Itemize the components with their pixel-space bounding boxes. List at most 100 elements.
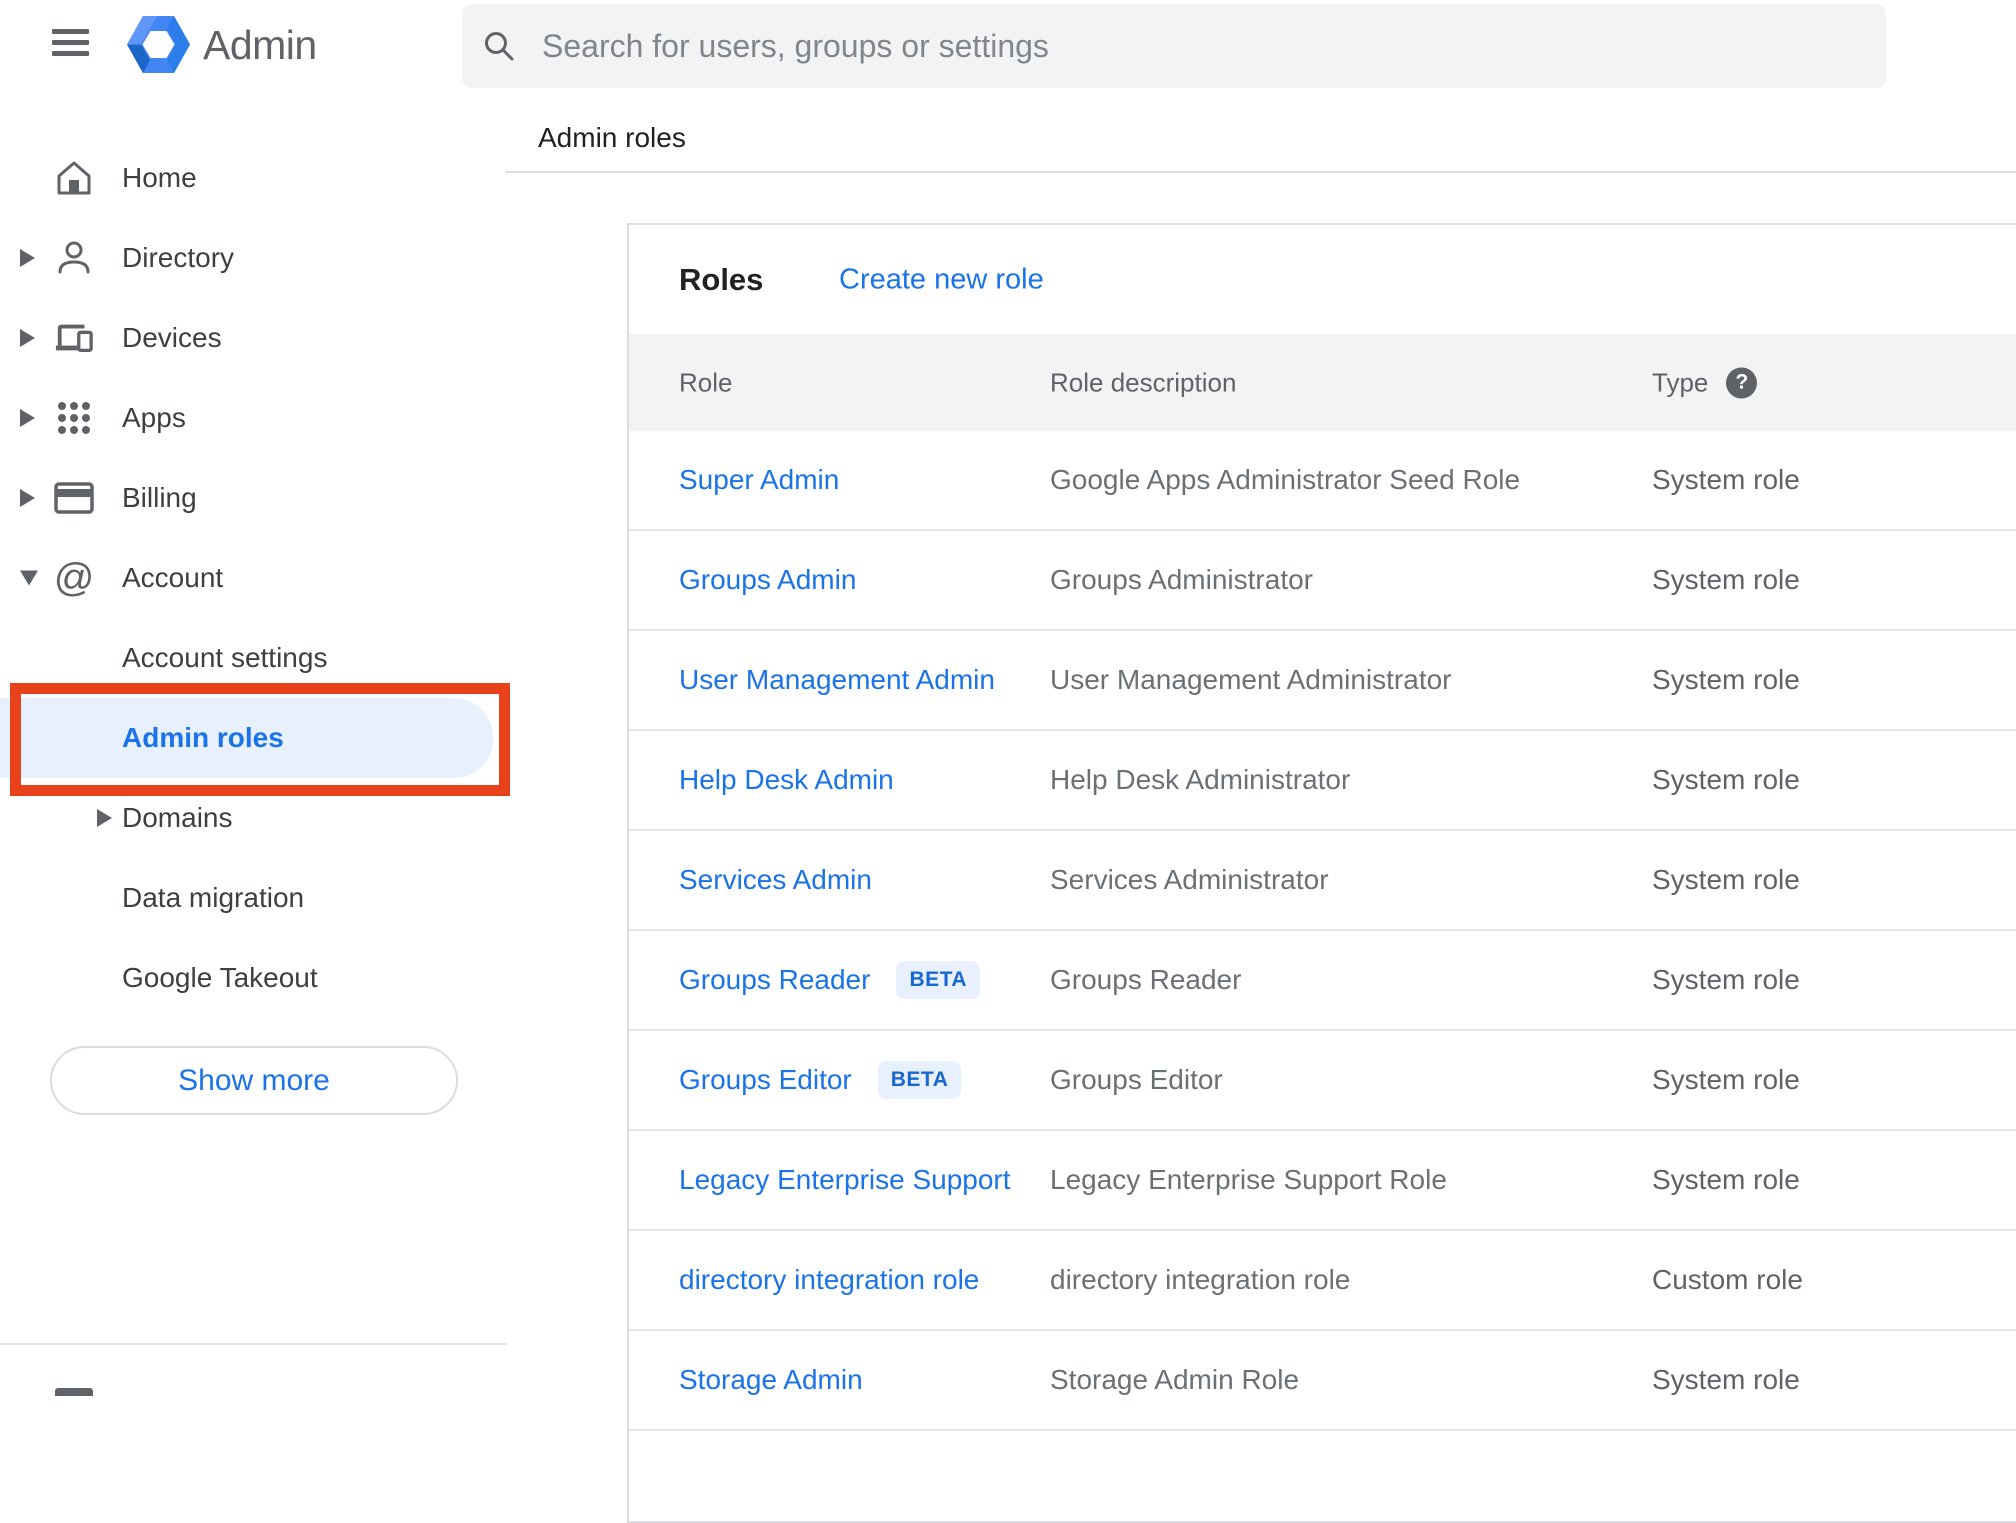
sidebar-item-label: Directory — [122, 242, 235, 273]
beta-badge: BETA — [877, 1061, 962, 1099]
sidebar-item-home[interactable]: Home — [0, 138, 507, 218]
sidebar-item-label: Home — [122, 162, 197, 193]
roles-table-body: Super Admin Google Apps Administrator Se… — [629, 431, 2016, 1431]
role-description-cell: Groups Editor — [1050, 1064, 1223, 1095]
home-icon — [54, 158, 94, 198]
credit-card-icon — [54, 478, 94, 518]
table-row: Groups Admin Groups Administrator System… — [629, 531, 2016, 631]
role-type-cell: System role — [1652, 664, 1800, 695]
role-description-cell: Services Administrator — [1050, 864, 1329, 895]
roles-card: Roles Create new role Role Role descript… — [627, 223, 2016, 1523]
role-type-cell: System role — [1652, 764, 1800, 795]
expand-arrow-icon[interactable] — [20, 409, 35, 427]
expand-arrow-icon[interactable] — [20, 570, 38, 586]
search-icon — [482, 29, 516, 63]
role-cell: Groups Admin — [679, 564, 856, 596]
hamburger-bar — [52, 51, 89, 56]
sidebar-item-admin-roles[interactable]: Admin roles — [0, 698, 493, 778]
sidebar-item-label: Apps — [122, 402, 186, 433]
show-more-button[interactable]: Show more — [50, 1046, 458, 1115]
admin-logo-text: Admin — [203, 22, 317, 68]
roles-table-header: Role Role description Type ? — [629, 334, 2016, 431]
sidebar-item-label: Billing — [122, 482, 197, 513]
role-type-cell: System role — [1652, 964, 1800, 995]
expand-arrow-icon[interactable] — [20, 249, 35, 267]
expand-arrow-icon[interactable] — [20, 489, 35, 507]
apps-grid-icon — [54, 398, 94, 438]
role-link[interactable]: Groups Admin — [679, 564, 856, 596]
role-link[interactable]: Legacy Enterprise Support — [679, 1164, 1011, 1196]
beta-badge: BETA — [896, 961, 981, 999]
hamburger-bar — [52, 29, 89, 34]
breadcrumb-divider — [505, 171, 2016, 173]
hamburger-bar — [52, 40, 89, 45]
role-type-cell: Custom role — [1652, 1264, 1803, 1295]
sidebar-item-label: Account — [122, 562, 224, 593]
role-cell: Help Desk Admin — [679, 764, 894, 796]
search-placeholder: Search for users, groups or settings — [542, 27, 1049, 64]
column-header-type-label: Type — [1652, 367, 1709, 397]
sidebar-item-domains[interactable]: Domains — [0, 778, 507, 858]
column-header-type: Type ? — [1652, 367, 1758, 398]
role-cell: Storage Admin — [679, 1364, 863, 1396]
role-cell: Legacy Enterprise Support — [679, 1164, 1011, 1196]
role-type-cell: System role — [1652, 564, 1800, 595]
sidebar-item-directory[interactable]: Directory — [0, 218, 507, 298]
roles-card-title: Roles — [679, 261, 764, 297]
role-cell: Groups Editor BETA — [679, 1061, 962, 1099]
table-row: Legacy Enterprise Support Legacy Enterpr… — [629, 1131, 2016, 1231]
sidebar-item-devices[interactable]: Devices — [0, 298, 507, 378]
role-cell: Super Admin — [679, 464, 839, 496]
roles-card-titlebar: Roles Create new role — [629, 225, 2016, 334]
sidebar-item-google-takeout[interactable]: Google Takeout — [0, 938, 507, 1018]
sidebar-subitem-label: Admin roles — [122, 722, 284, 753]
column-header-role: Role — [679, 367, 733, 397]
table-row: Super Admin Google Apps Administrator Se… — [629, 431, 2016, 531]
at-sign-icon: @ — [53, 556, 95, 600]
role-link[interactable]: Storage Admin — [679, 1364, 863, 1396]
role-cell: Services Admin — [679, 864, 872, 896]
sidebar-item-account[interactable]: @ Account — [0, 538, 507, 618]
sidebar-item-billing[interactable]: Billing — [0, 458, 507, 538]
role-type-cell: System role — [1652, 864, 1800, 895]
role-link[interactable]: Groups Editor — [679, 1064, 852, 1096]
sidebar-nav: Home Directory Devices Apps Billing @ Ac… — [0, 138, 507, 1018]
sidebar-subitem-label: Domains — [122, 802, 233, 833]
sidebar-item-account-settings[interactable]: Account settings — [0, 618, 507, 698]
role-link[interactable]: directory integration role — [679, 1264, 979, 1296]
feedback-icon[interactable] — [55, 1388, 93, 1396]
sidebar-subitem-label: Data migration — [122, 882, 305, 913]
table-row: directory integration role directory int… — [629, 1231, 2016, 1331]
role-description-cell: Groups Reader — [1050, 964, 1242, 995]
role-description-cell: Google Apps Administrator Seed Role — [1050, 464, 1521, 495]
person-icon — [54, 238, 94, 278]
search-input[interactable]: Search for users, groups or settings — [462, 4, 1886, 88]
role-description-cell: Groups Administrator — [1050, 564, 1313, 595]
role-type-cell: System role — [1652, 1164, 1800, 1195]
role-link[interactable]: User Management Admin — [679, 664, 995, 696]
hamburger-menu-icon[interactable] — [52, 29, 89, 56]
role-description-cell: directory integration role — [1050, 1264, 1351, 1295]
google-admin-console: { "header": { "menu_icon": "hamburger-ic… — [0, 0, 2016, 1523]
table-row: Groups Reader BETA Groups Reader System … — [629, 931, 2016, 1031]
role-description-cell: Storage Admin Role — [1050, 1364, 1300, 1395]
role-link[interactable]: Super Admin — [679, 464, 839, 496]
role-description-cell: Legacy Enterprise Support Role — [1050, 1164, 1447, 1195]
devices-icon — [54, 318, 94, 358]
role-type-cell: System role — [1652, 1064, 1800, 1095]
table-row: Help Desk Admin Help Desk Administrator … — [629, 731, 2016, 831]
expand-arrow-icon[interactable] — [97, 809, 112, 827]
role-link[interactable]: Services Admin — [679, 864, 872, 896]
expand-arrow-icon[interactable] — [20, 329, 35, 347]
sidebar-item-data-migration[interactable]: Data migration — [0, 858, 507, 938]
help-icon[interactable]: ? — [1726, 367, 1758, 398]
table-row: Storage Admin Storage Admin Role System … — [629, 1331, 2016, 1431]
role-link[interactable]: Help Desk Admin — [679, 764, 894, 796]
column-header-description: Role description — [1050, 367, 1237, 397]
sidebar-item-apps[interactable]: Apps — [0, 378, 507, 458]
sidebar-subitem-label: Google Takeout — [122, 962, 318, 993]
role-cell: Groups Reader BETA — [679, 961, 981, 999]
role-link[interactable]: Groups Reader — [679, 964, 870, 996]
sidebar-bottom-divider — [0, 1343, 507, 1345]
create-new-role-link[interactable]: Create new role — [839, 263, 1044, 296]
